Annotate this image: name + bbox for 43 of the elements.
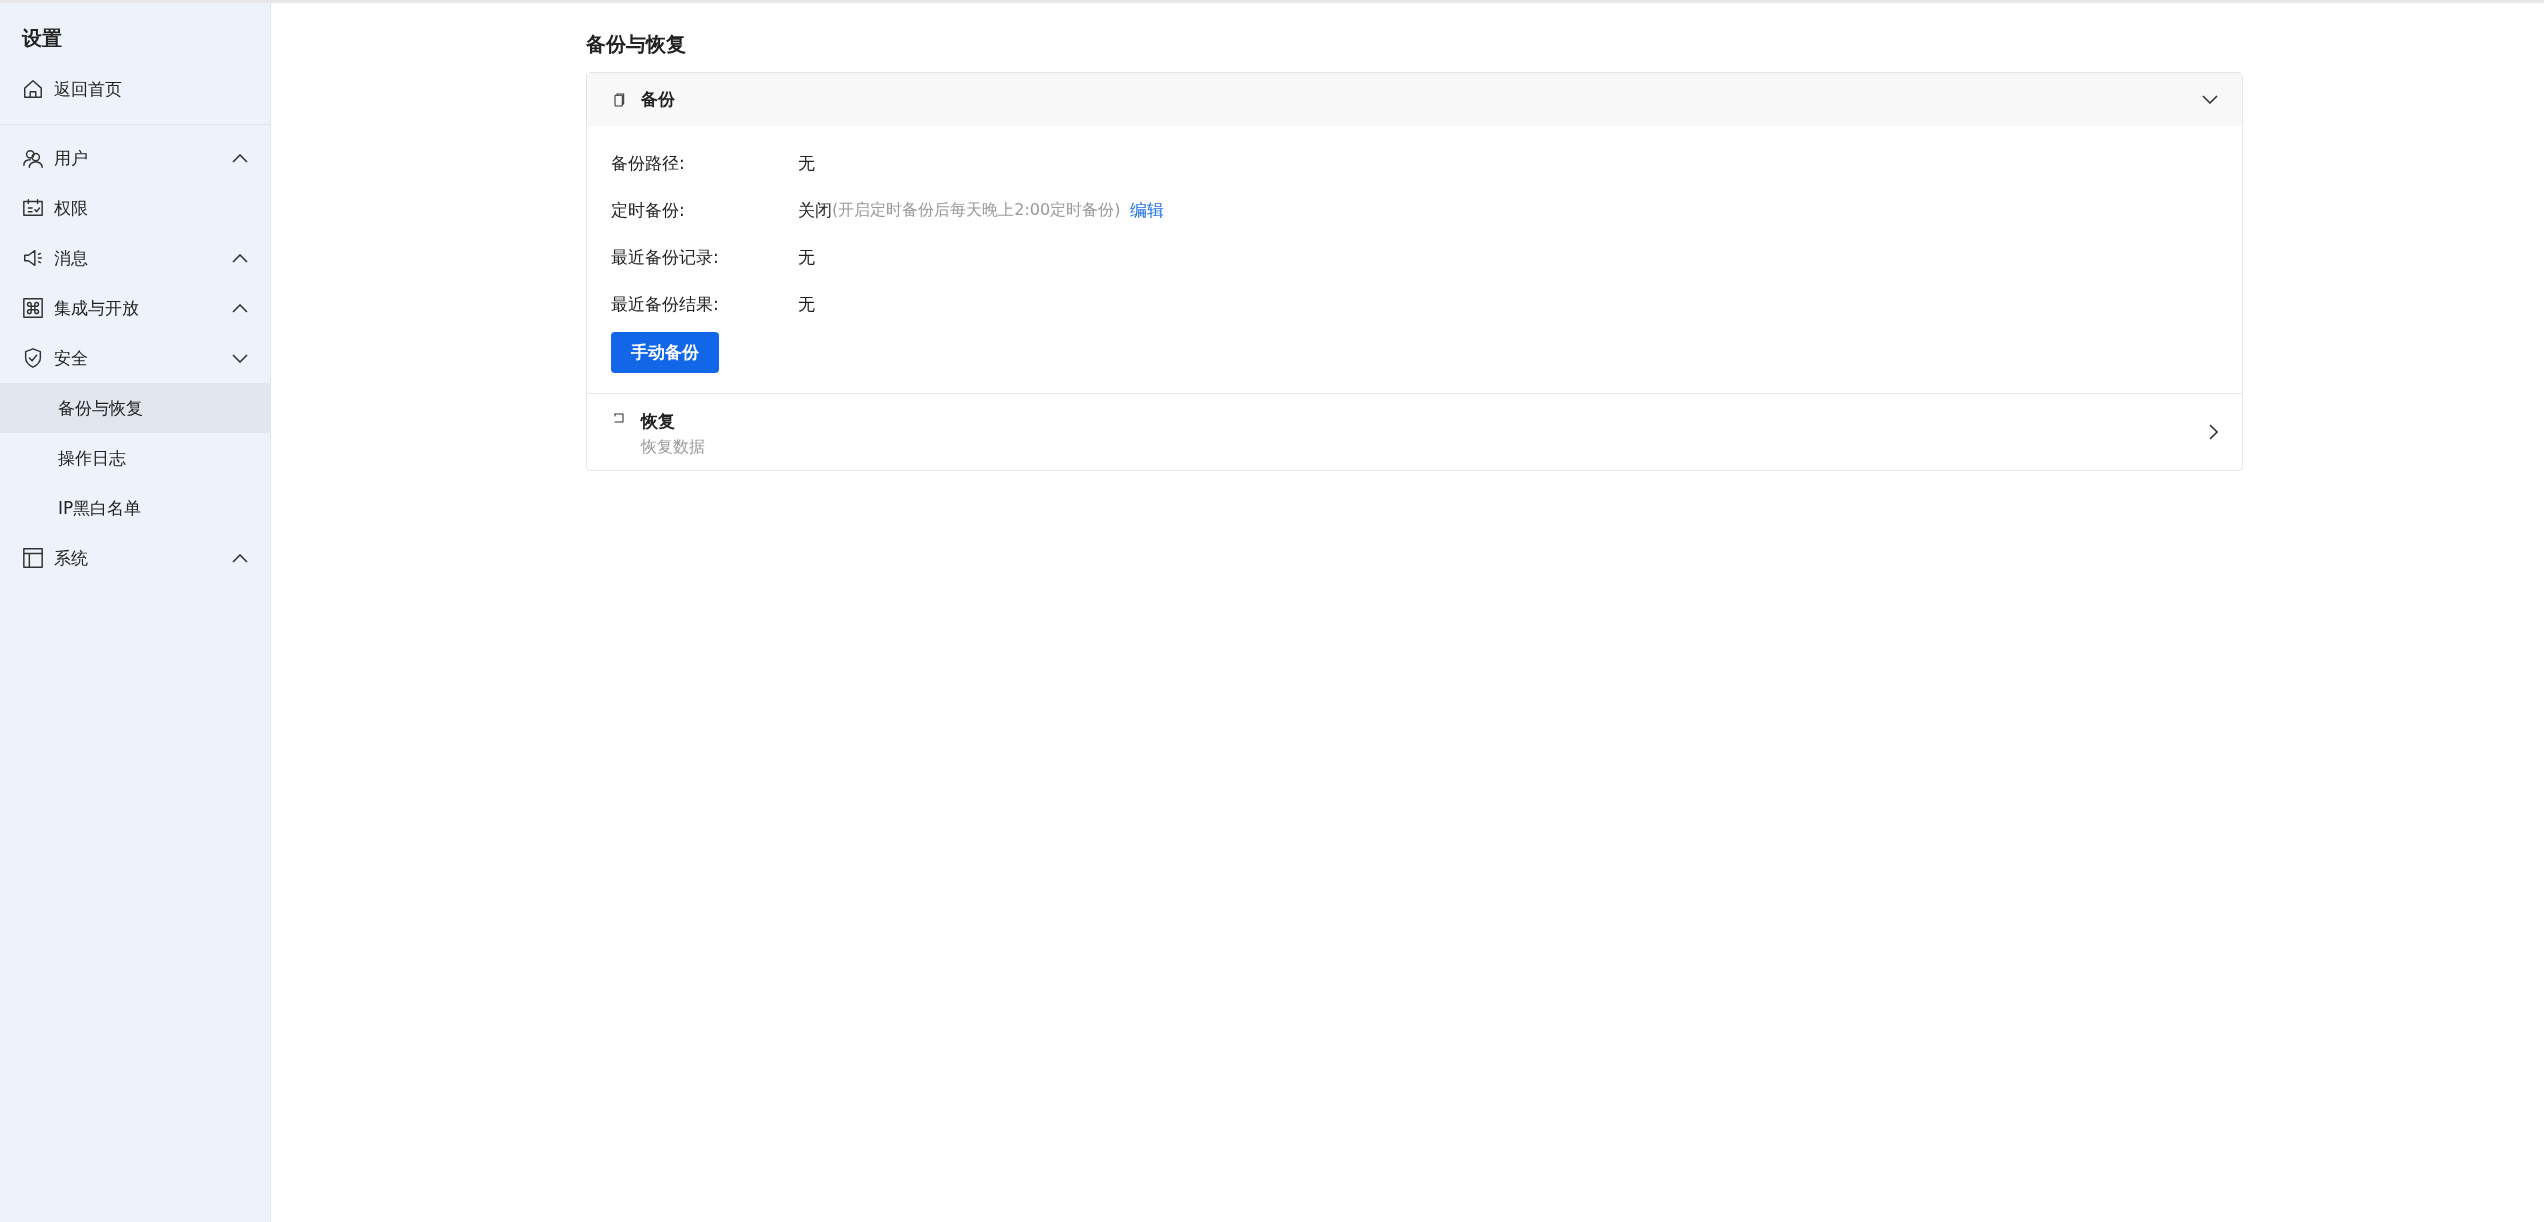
- field-label: 定时备份:: [611, 199, 686, 222]
- field-value: 无: [798, 246, 815, 269]
- copy-icon: [611, 91, 627, 108]
- field-note: (开启定时备份后每天晚上2:00定时备份): [832, 200, 1121, 221]
- section-header[interactable]: 备份: [587, 73, 2242, 126]
- sidebar-item[interactable]: 集成与开放: [0, 283, 270, 333]
- section-header[interactable]: 恢复 恢复数据: [587, 393, 2242, 470]
- field-value: 关闭: [798, 199, 832, 222]
- field-value: 无: [798, 152, 815, 175]
- sidebar-item[interactable]: 系统: [0, 533, 270, 583]
- field-label: 最近备份结果:: [611, 293, 720, 316]
- chevron-up-icon: [232, 553, 248, 563]
- sidebar-title: 设置: [20, 25, 63, 52]
- edit-link[interactable]: 编辑: [1130, 199, 1165, 222]
- manual-backup-button[interactable]: 手动备份: [611, 332, 719, 373]
- sidebar-item[interactable]: 安全: [0, 333, 270, 383]
- home-icon: [22, 78, 44, 100]
- return-icon: [611, 410, 627, 426]
- sidebar-subitem[interactable]: 备份与恢复: [0, 383, 270, 433]
- section-title: 恢复: [641, 410, 676, 433]
- sidebar-item[interactable]: 消息: [0, 233, 270, 283]
- shield-check-icon: [22, 347, 44, 369]
- sidebar-item[interactable]: 用户: [0, 133, 270, 183]
- chevron-right-icon: [2209, 424, 2218, 440]
- speaker-icon: [22, 247, 44, 269]
- field-label: 备份路径:: [611, 152, 686, 175]
- page-title: 备份与恢复: [586, 31, 687, 58]
- sidebar-subitem[interactable]: IP黑白名单: [0, 483, 270, 533]
- users-icon: [22, 147, 44, 169]
- sidebar-subitem[interactable]: 操作日志: [0, 433, 270, 483]
- field-value: 无: [798, 293, 815, 316]
- home-link[interactable]: 返回首页: [0, 64, 270, 114]
- chevron-down-icon: [2202, 95, 2218, 104]
- layout-icon: [22, 547, 44, 569]
- chevron-up-icon: [232, 253, 248, 263]
- calendar-check-icon: [22, 197, 44, 219]
- field-label: 最近备份记录:: [611, 246, 720, 269]
- chevron-up-icon: [232, 303, 248, 313]
- section-subtitle: 恢复数据: [641, 437, 706, 458]
- chevron-up-icon: [232, 153, 248, 163]
- chevron-down-icon: [232, 353, 248, 363]
- command-key-icon: [22, 297, 44, 319]
- sidebar-item[interactable]: 权限: [0, 183, 270, 233]
